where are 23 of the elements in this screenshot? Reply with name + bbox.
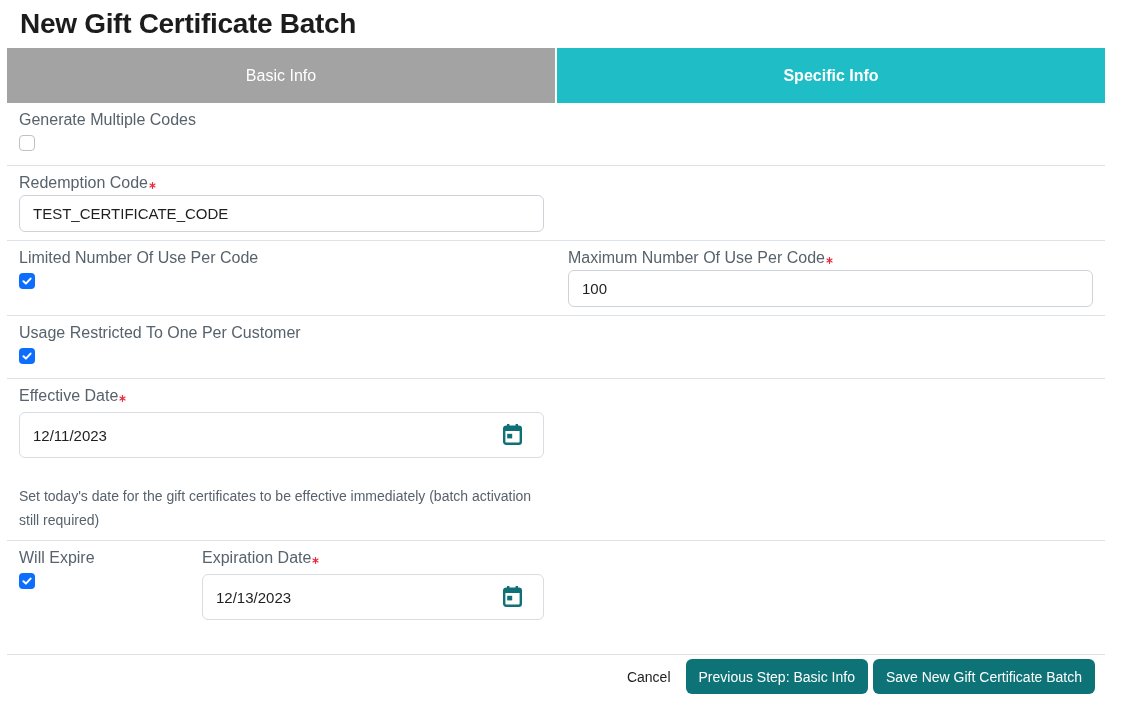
field-label: Effective Date xyxy=(19,386,119,406)
date-field[interactable]: 12/11/2023 xyxy=(19,412,544,458)
checkbox[interactable] xyxy=(19,348,35,364)
checkbox[interactable] xyxy=(19,573,35,589)
field-label: Maximum Number Of Use Per Code xyxy=(568,248,825,268)
action-button[interactable]: Save New Gift Certificate Batch xyxy=(872,659,1095,694)
field-label: Generate Multiple Codes xyxy=(19,110,196,130)
date-field[interactable]: 12/13/2023 xyxy=(202,574,544,620)
help-text: Set today's date for the gift certificates to be effective immediately (batch activation still required) xyxy=(19,487,533,530)
cancel-button[interactable]: Cancel xyxy=(624,668,673,685)
calendar-icon[interactable] xyxy=(503,424,522,445)
text-field[interactable]: 100 xyxy=(568,270,1093,307)
calendar-icon[interactable] xyxy=(503,586,522,607)
field-label: Redemption Code xyxy=(19,173,148,193)
field-label: Will Expire xyxy=(19,548,95,568)
checkbox[interactable] xyxy=(19,135,35,151)
checkbox[interactable] xyxy=(19,273,35,289)
text-field[interactable]: TEST_CERTIFICATE_CODE xyxy=(19,195,544,232)
action-button[interactable]: Previous Step: Basic Info xyxy=(685,659,868,694)
field-label: Limited Number Of Use Per Code xyxy=(19,248,259,268)
page-title: New Gift Certificate Batch xyxy=(20,8,357,40)
field-label: Usage Restricted To One Per Customer xyxy=(19,323,301,343)
field-label: Expiration Date xyxy=(202,548,312,568)
